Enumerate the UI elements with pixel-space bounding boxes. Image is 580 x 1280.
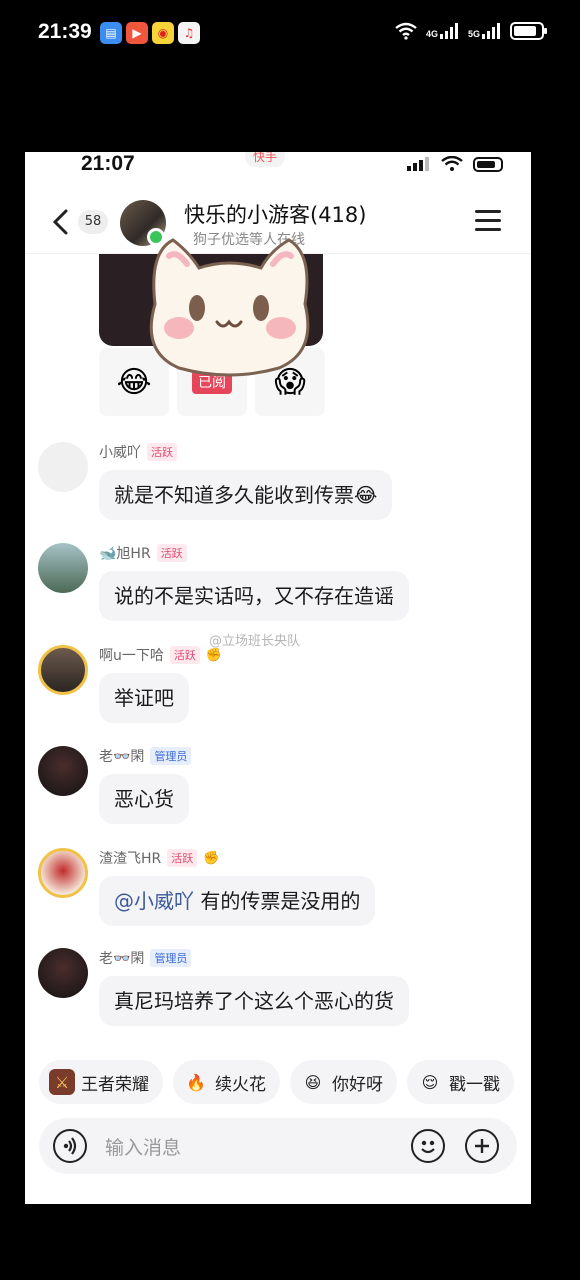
chat-message: 🐋旭HR 活跃 说的不是实话吗，又不存在造谣 xyxy=(25,543,531,623)
role-badge: 活跃 xyxy=(167,849,198,867)
battery-icon xyxy=(510,22,547,40)
cat-sticker xyxy=(149,238,310,377)
voice-icon[interactable] xyxy=(53,1129,87,1163)
quick-reply-row: ⚔ 王者荣耀 🔥 续火花 😆 你好呀 😌 戳一戳 xyxy=(39,1060,514,1104)
sender-name[interactable]: 🐋旭HR xyxy=(99,543,151,563)
inner-status-bar: 21:07 快手 xyxy=(25,152,531,182)
inner-signal-icon xyxy=(407,157,429,171)
message-bubble[interactable]: 真尼玛培养了个这么个恶心的货 xyxy=(99,976,409,1026)
back-arrow-icon[interactable] xyxy=(49,208,73,236)
music-app-icon: ♫ xyxy=(178,22,200,44)
video-app-icon: ▶ xyxy=(126,22,148,44)
outer-status-time: 21:39 xyxy=(38,20,92,43)
game-icon: ⚔ xyxy=(49,1069,75,1095)
chat-message: 小威吖 活跃 就是不知道多久能收到传票😂 xyxy=(25,442,531,522)
sender-name[interactable]: 渣渣飞HR xyxy=(99,848,161,868)
sender-row: 渣渣飞HR 活跃 ✊ xyxy=(99,848,219,868)
quick-reply-label: 王者荣耀 xyxy=(81,1074,149,1095)
fire-icon: ✊ xyxy=(203,850,220,866)
chat-message: 啊u一下哈 活跃 ✊ 举证吧 xyxy=(25,645,531,725)
role-badge: 活跃 xyxy=(156,544,187,562)
signal-5g-label: 5G xyxy=(467,29,480,39)
notification-icons: ▤ ▶ ◉ ♫ xyxy=(100,22,200,44)
sender-row: 啊u一下哈 活跃 ✊ xyxy=(99,645,222,665)
quick-reply-label: 戳一戳 xyxy=(449,1074,500,1095)
signal-5g: 5G xyxy=(468,23,502,39)
fire-icon: ✊ xyxy=(205,647,223,663)
fire-icon: 🔥 xyxy=(186,1072,206,1092)
avatar[interactable] xyxy=(38,848,88,898)
sender-name[interactable]: 老👓閑 xyxy=(99,948,144,968)
menu-icon[interactable] xyxy=(475,210,501,232)
outer-status-bar: 21:39 ▤ ▶ ◉ ♫ 4G 5G xyxy=(0,0,580,70)
quick-reply-label: 续火花 xyxy=(215,1074,266,1095)
sender-name[interactable]: 啊u一下哈 xyxy=(99,645,164,665)
quick-reply-label: 你好呀 xyxy=(332,1074,383,1095)
message-input[interactable]: 输入消息 xyxy=(105,1133,181,1160)
group-title[interactable]: 快乐的小游客(418) xyxy=(184,199,366,229)
avatar[interactable] xyxy=(38,645,88,695)
signal-bars-icon xyxy=(482,23,500,39)
weibo-app-icon: ◉ xyxy=(152,22,174,44)
avatar[interactable] xyxy=(38,442,88,492)
sender-name[interactable]: 老👓閑 xyxy=(99,746,144,766)
message-bubble[interactable]: 说的不是实话吗，又不存在造谣 xyxy=(99,571,409,621)
unread-count-badge[interactable]: 58 xyxy=(78,210,108,234)
app-tag: 快手 xyxy=(245,152,286,167)
message-input-bar: 输入消息 xyxy=(39,1118,517,1174)
message-bubble[interactable]: 就是不知道多久能收到传票😂 xyxy=(99,470,393,520)
mention-link[interactable]: @小威吖 xyxy=(114,889,194,913)
role-badge: 活跃 xyxy=(169,646,200,664)
chat-message: 老👓閑 管理员 恶心货 xyxy=(25,746,531,826)
sender-row: 小威吖 活跃 xyxy=(99,442,177,462)
signal-4g-label: 4G xyxy=(425,29,438,39)
plus-icon[interactable] xyxy=(465,1129,499,1163)
sender-name[interactable]: 小威吖 xyxy=(99,442,141,462)
signal-4g: 4G xyxy=(426,23,460,39)
quick-reply-chip[interactable]: 🔥 续火花 xyxy=(173,1060,280,1104)
outer-status-right: 4G 5G xyxy=(394,22,547,40)
sender-row: 🐋旭HR 活跃 xyxy=(99,543,187,563)
signal-bars-icon xyxy=(439,23,458,39)
quick-reply-chip[interactable]: 😌 戳一戳 xyxy=(407,1060,514,1104)
quick-reply-chip[interactable]: 😆 你好呀 xyxy=(290,1060,397,1104)
sender-row: 老👓閑 管理员 xyxy=(99,948,192,968)
wifi-icon xyxy=(395,22,417,40)
message-bubble[interactable]: @小威吖 有的传票是没用的 xyxy=(99,876,376,926)
chat-message: 渣渣飞HR 活跃 ✊ @小威吖 有的传票是没用的 xyxy=(25,848,531,928)
avatar[interactable] xyxy=(38,746,88,796)
sender-row: 老👓閑 管理员 xyxy=(99,746,192,766)
chat-screen: 21:07 快手 58 快乐的小游客(418) 狗子优选等人在线 😂 已阅 😱 … xyxy=(25,152,531,1204)
emoji-icon[interactable] xyxy=(411,1129,445,1163)
inner-status-right xyxy=(407,156,503,172)
message-bubble[interactable]: 举证吧 xyxy=(99,673,189,723)
role-badge: 活跃 xyxy=(147,443,177,461)
inner-wifi-icon xyxy=(441,156,463,171)
poke-emoji-icon: 😌 xyxy=(421,1072,439,1092)
hello-emoji-icon: 😆 xyxy=(304,1072,322,1092)
quick-reply-chip[interactable]: ⚔ 王者荣耀 xyxy=(39,1060,163,1104)
inner-status-time: 21:07 xyxy=(81,152,135,175)
message-bubble[interactable]: 恶心货 xyxy=(99,774,189,824)
chat-message: 老👓閑 管理员 真尼玛培养了个这么个恶心的货 xyxy=(25,948,531,1028)
role-badge: 管理员 xyxy=(150,949,192,967)
avatar[interactable] xyxy=(38,948,88,998)
message-text: 有的传票是没用的 xyxy=(200,889,361,913)
notes-app-icon: ▤ xyxy=(100,22,122,44)
avatar[interactable] xyxy=(38,543,88,593)
inner-battery-icon xyxy=(473,156,503,172)
role-badge: 管理员 xyxy=(150,747,192,765)
